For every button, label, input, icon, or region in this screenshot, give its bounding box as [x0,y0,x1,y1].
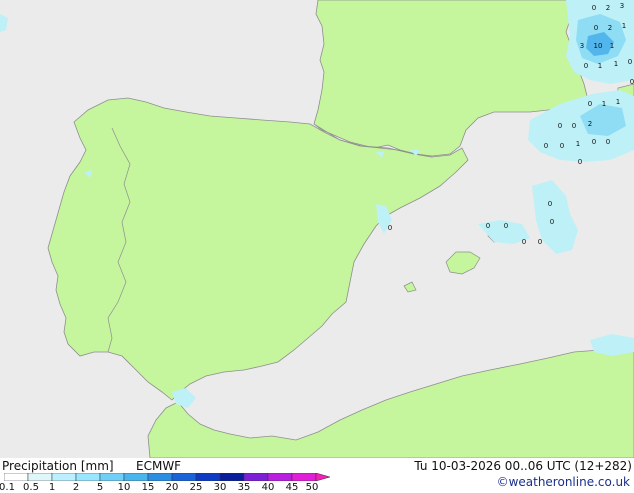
precip-value-label: 0 [606,138,610,146]
precip-value-label: 0 [578,158,582,166]
colorbar-tick-label: 0.1 [0,482,15,493]
colorbar-tick-label: 30 [213,482,227,493]
precip-value-label: 0 [558,122,562,130]
precip-value-label: 10 [594,42,603,50]
colorbar-tick-label: 5 [96,482,104,493]
precip-value-label: 2 [608,24,612,32]
precipitation-map: 0 2 3 0 2 1 3 10 1 0 1 1 0 0 0 1 1 2 0 0… [0,0,634,458]
precip-value-label: 1 [576,140,580,148]
precip-value-label: 3 [620,2,624,10]
forecast-datetime: Tu 10-03-2026 00..06 UTC (12+282) [414,459,632,473]
model-name: ECMWF [136,459,182,473]
colorbar-tick-label: 45 [285,482,299,493]
credit-link[interactable]: ©weatheronline.co.uk [497,475,630,489]
precip-value-label: 1 [616,98,620,106]
precipitation-colorbar [4,473,330,481]
colorbar-tick-label: 40 [261,482,275,493]
precip-value-label: 0 [544,142,548,150]
precip-value-label: 0 [630,78,634,86]
precip-value-label: 0 [592,4,596,12]
colorbar-segment [123,473,149,481]
colorbar-tick-label: 35 [237,482,251,493]
precip-value-label: 0 [584,62,588,70]
precip-value-label: 1 [622,22,626,30]
colorbar-tick-label: 10 [117,482,131,493]
colorbar-segment [147,473,173,481]
colorbar-tick-label: 50 [305,482,319,493]
colorbar-segment [195,473,221,481]
precip-value-label: 0 [548,200,552,208]
colorbar-tick-label: 0.5 [23,482,39,493]
precip-value-label: 0 [538,238,542,246]
colorbar-segment [243,473,269,481]
precip-value-label: 1 [602,100,606,108]
colorbar-tick-label: 15 [141,482,155,493]
precip-value-label: 0 [550,218,554,226]
colorbar-tick-label: 2 [72,482,80,493]
precip-value-label: 1 [614,60,618,68]
colorbar-segment [99,473,125,481]
colorbar-arrow [315,473,330,481]
colorbar-segment [27,473,53,481]
precip-value-label: 1 [610,42,614,50]
legend-title: Precipitation [mm] [2,459,114,473]
precip-value-label: 3 [580,42,584,50]
colorbar-segment [51,473,77,481]
colorbar-segment [75,473,101,481]
precip-value-label: 2 [606,4,610,12]
precip-value-label: 2 [588,120,592,128]
precip-value-label: 0 [486,222,490,230]
colorbar-segment [291,473,317,481]
colorbar-tick-label: 1 [48,482,56,493]
colorbar-segment [267,473,293,481]
precip-value-label: 0 [628,58,632,66]
precip-value-label: 0 [522,238,526,246]
precip-value-label: 0 [588,100,592,108]
colorbar-segment [4,473,29,481]
precip-value-label: 0 [592,138,596,146]
precip-value-label: 0 [560,142,564,150]
precip-value-label: 1 [598,62,602,70]
colorbar-tick-label: 20 [165,482,179,493]
precip-value-label: 0 [504,222,508,230]
precip-value-label: 0 [388,224,392,232]
colorbar-segment [171,473,197,481]
colorbar-tick-label: 25 [189,482,203,493]
colorbar-segment [219,473,245,481]
precip-value-label: 0 [594,24,598,32]
precip-value-label: 0 [572,122,576,130]
